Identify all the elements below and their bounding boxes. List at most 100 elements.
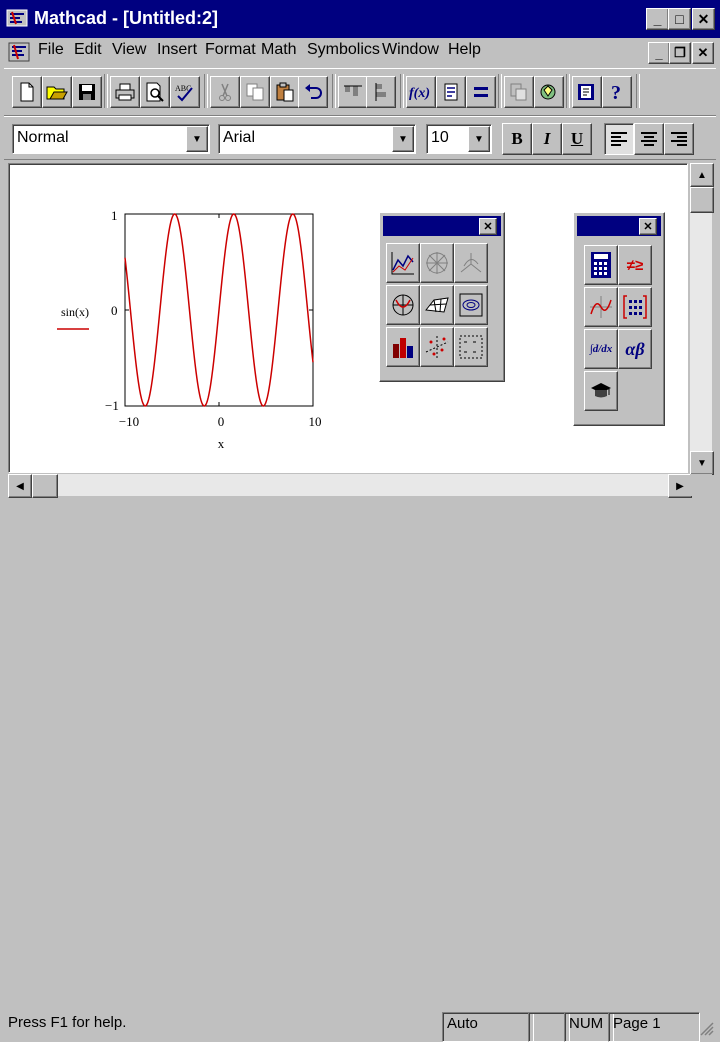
math-palette-titlebar[interactable]: ✕ [577,216,661,236]
vector-field-icon[interactable] [454,327,488,367]
save-icon[interactable] [72,76,102,108]
quicksheets-icon[interactable] [572,76,602,108]
graph-icon[interactable] [584,287,618,327]
y-min-label: −1 [105,398,119,413]
close-button[interactable]: ✕ [692,8,715,30]
graph-palette-titlebar[interactable]: ✕ [383,216,501,236]
align-right-button[interactable] [664,123,694,155]
menu-window[interactable]: Window [382,41,439,59]
contour-plot-icon[interactable] [454,285,488,325]
calculator-icon[interactable] [584,245,618,285]
bold-button[interactable]: B [502,123,532,155]
open-icon[interactable] [42,76,72,108]
3d-surface-icon[interactable] [420,285,454,325]
graph-palette[interactable]: ✕ [379,212,505,382]
surface-plot-icon[interactable] [454,243,488,283]
align-down-icon[interactable] [366,76,396,108]
menu-math[interactable]: Math [261,41,297,59]
y-max-label: 1 [111,208,118,223]
matrix-icon[interactable] [618,287,652,327]
status-bar: Press F1 for help. Auto NUM Page 1 [0,504,720,1042]
cut-icon[interactable] [210,76,240,108]
menu-edit[interactable]: Edit [74,41,102,59]
mathcad-app-icon[interactable] [6,8,28,28]
chevron-down-icon[interactable]: ▼ [186,126,208,152]
paste-icon[interactable] [270,76,300,108]
minimize-button[interactable]: _ [646,8,669,30]
title-bar[interactable]: Mathcad - [Untitled:2] _ □ ✕ [0,0,720,38]
menu-insert[interactable]: Insert [157,41,197,59]
align-center-icon [641,132,657,146]
doc-minimize-button[interactable]: _ [648,42,670,64]
scroll-down-icon[interactable]: ▼ [690,451,714,475]
chevron-down-icon[interactable]: ▼ [392,126,414,152]
sin-x-series-line [124,213,314,407]
horizontal-scroll-thumb[interactable] [32,474,58,498]
x-axis-label: x [218,436,225,451]
status-calc-mode: Auto [442,1012,534,1042]
align-center-button[interactable] [634,123,664,155]
align-across-icon[interactable] [338,76,368,108]
italic-button[interactable]: I [532,123,562,155]
menu-format[interactable]: Format [205,41,256,59]
status-help-text: Press F1 for help. [8,1014,127,1031]
menu-help[interactable]: Help [448,41,481,59]
font-dropdown[interactable]: Arial ▼ [218,124,416,154]
x-min-label: −10 [119,414,139,429]
doc-close-button[interactable]: ✕ [692,42,714,64]
status-num-lock: NUM [564,1012,614,1042]
component-icon[interactable] [534,76,564,108]
new-icon[interactable] [12,76,42,108]
resource-icon[interactable] [504,76,534,108]
symbolic-icon[interactable] [584,371,618,411]
scroll-up-icon[interactable]: ▲ [690,163,714,187]
font-size-dropdown[interactable]: 10 ▼ [426,124,492,154]
print-preview-icon[interactable] [140,76,170,108]
underline-button[interactable]: U [562,123,592,155]
calculus-icon[interactable]: ∫d/dx [584,329,618,369]
scroll-left-icon[interactable]: ◀ [8,474,32,498]
help-icon[interactable]: ? [602,76,632,108]
x-max-label: 10 [309,414,322,429]
evaluation-icon[interactable]: ≠≥ [618,245,652,285]
menu-bar: File Edit View Insert Format Math Symbol… [0,38,720,66]
style-dropdown[interactable]: Normal ▼ [12,124,210,154]
resize-grip-icon[interactable] [698,1020,714,1036]
scatter-3d-icon[interactable] [420,327,454,367]
worksheet[interactable]: 1 0 −1 −10 0 10 x sin(x) ✕ ✕ ≠≥ ∫d/dx αβ [8,163,688,473]
menu-symbolics[interactable]: Symbolics [307,41,380,59]
calculate-icon[interactable] [466,76,496,108]
maximize-button[interactable]: □ [668,8,691,30]
menu-file[interactable]: File [38,41,64,59]
menu-view[interactable]: View [112,41,146,59]
undo-icon[interactable] [298,76,328,108]
close-icon[interactable]: ✕ [639,218,657,235]
document-icon[interactable] [8,42,30,62]
scroll-right-icon[interactable]: ▶ [668,474,692,498]
legend-label: sin(x) [61,305,89,319]
math-palette[interactable]: ✕ ≠≥ ∫d/dx αβ [573,212,665,426]
horizontal-scrollbar[interactable]: ◀ ▶ [8,474,692,498]
bar-plot-icon[interactable] [386,327,420,367]
window-title: Mathcad - [Untitled:2] [34,8,218,28]
copy-icon[interactable] [240,76,270,108]
greek-icon[interactable]: αβ [618,329,652,369]
chevron-down-icon[interactable]: ▼ [468,126,490,152]
calculus-glyph: ∫d/dx [589,343,613,355]
polar-chart-icon[interactable] [386,285,420,325]
svg-text:?: ? [611,82,621,103]
insert-unit-icon[interactable] [436,76,466,108]
vertical-scroll-thumb[interactable] [690,187,714,213]
align-left-button[interactable] [604,123,634,155]
polar-plot-icon[interactable] [420,243,454,283]
doc-restore-button[interactable]: ❐ [669,42,691,64]
spell-check-icon[interactable]: ABC [170,76,200,108]
print-icon[interactable] [110,76,140,108]
close-icon[interactable]: ✕ [479,218,497,235]
style-value: Normal [17,129,69,146]
vertical-scrollbar[interactable]: ▲ ▼ [690,163,714,475]
insert-function-icon[interactable]: f(x) [406,76,436,108]
xy-plot-icon[interactable] [386,243,420,283]
font-value: Arial [223,129,256,146]
align-left-icon [611,132,627,146]
